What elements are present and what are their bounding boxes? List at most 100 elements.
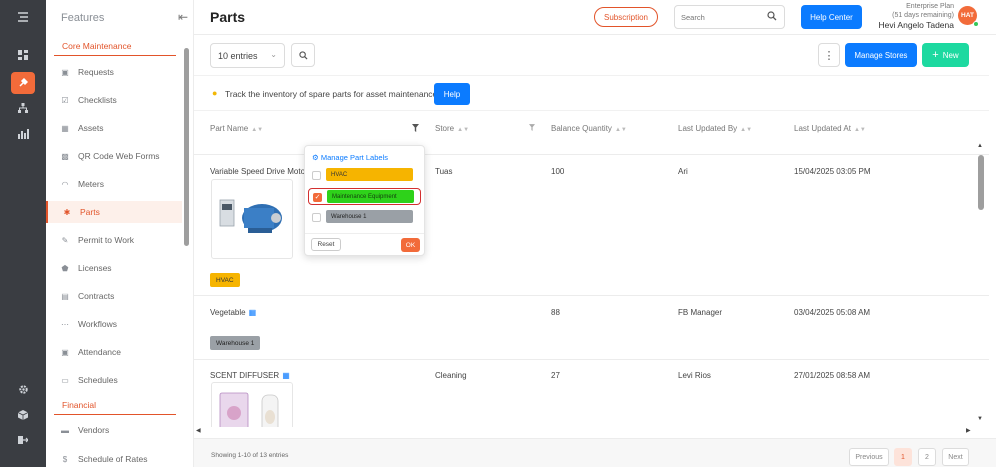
box-icon[interactable] [11, 404, 35, 426]
table-search-button[interactable] [291, 43, 315, 67]
search-icon[interactable] [767, 11, 777, 24]
table-vertical-scrollbar[interactable]: ▲ ▼ [976, 143, 986, 426]
checkbox[interactable] [312, 171, 321, 180]
lightbulb-icon: ● [212, 88, 218, 98]
icon-rail [0, 0, 46, 467]
checkbox[interactable] [312, 213, 321, 222]
scroll-down-icon[interactable]: ▼ [977, 416, 983, 422]
sidebar-item-parts[interactable]: ✱ Parts [46, 201, 182, 223]
sidebar-item-attendance[interactable]: ▣ Attendance [46, 341, 182, 363]
chevron-down-icon: ⌄ [270, 50, 277, 59]
checklist-icon: ☑ [61, 95, 69, 105]
updated-by-cell: Levi Rios [678, 371, 711, 380]
logout-icon[interactable] [11, 429, 35, 451]
part-label-tag: Warehouse 1 [210, 336, 261, 350]
manage-stores-button[interactable]: Manage Stores [845, 43, 917, 67]
page-2-button[interactable]: 2 [918, 448, 936, 466]
sidebar-item-schedules[interactable]: ▭ Schedules [46, 369, 182, 391]
sidebar-item-permit-to-work[interactable]: ✎ Permit to Work [46, 229, 182, 251]
menu-toggle-icon[interactable] [11, 6, 35, 28]
sidebar-item-qr-code-web-forms[interactable]: ▩ QR Code Web Forms [46, 145, 182, 167]
help-center-button[interactable]: Help Center [801, 5, 862, 29]
sidebar-item-schedule-of-rates[interactable]: $ Schedule of Rates [46, 448, 182, 467]
features-sidebar: Features ⇤ Core Maintenance ▣ Requests ☑ C… [46, 0, 194, 467]
filter-icon[interactable] [412, 124, 419, 134]
maintenance-icon[interactable] [11, 72, 35, 94]
row-divider [194, 359, 989, 360]
column-header-last-updated-by[interactable]: Last Updated By ▲▼ [678, 124, 752, 133]
part-name-cell[interactable]: Variable Speed Drive Moto [210, 167, 305, 176]
page-1-button[interactable]: 1 [894, 448, 912, 466]
section-financial: Financial [54, 400, 176, 415]
sidebar-item-vendors[interactable]: ▬ Vendors [46, 419, 182, 441]
user-name[interactable]: Hevi Angelo Tadena [858, 20, 954, 31]
part-name-cell[interactable]: Vegetable ▦ [210, 308, 256, 317]
scroll-right-icon[interactable]: ▶ [966, 427, 971, 434]
sidebar-item-checklists[interactable]: ☑ Checklists [46, 89, 182, 111]
column-header-store[interactable]: Store ▲▼ [435, 124, 469, 133]
asset-icon: ▦ [61, 123, 69, 133]
column-header-last-updated-at[interactable]: Last Updated At ▲▼ [794, 124, 866, 133]
entries-select[interactable]: 10 entries ⌄ [210, 43, 285, 68]
table-horizontal-scrollbar[interactable]: ◀ ▶ [194, 427, 976, 437]
meter-icon: ◠ [61, 179, 69, 189]
section-core-maintenance: Core Maintenance [54, 41, 176, 56]
schedule-icon: ▭ [61, 375, 69, 385]
scroll-thumb[interactable] [978, 155, 984, 210]
sidebar-item-contracts[interactable]: ▤ Contracts [46, 285, 182, 307]
collapse-sidebar-icon[interactable]: ⇤ [178, 10, 188, 24]
attendance-icon: ▣ [61, 347, 69, 357]
part-name-cell[interactable]: SCENT DIFFUSER ▦ [210, 371, 290, 380]
scroll-left-icon[interactable]: ◀ [196, 427, 201, 434]
sidebar-item-requests[interactable]: ▣ Requests [46, 61, 182, 83]
analytics-icon[interactable] [11, 123, 35, 145]
column-header-balance-quantity[interactable]: Balance Quantity ▲▼ [551, 124, 627, 133]
sidebar-item-workflows[interactable]: ⋯ Workflows [46, 313, 182, 335]
banner-text: Track the inventory of spare parts for a… [225, 89, 438, 99]
plan-name: Enterprise Plan [906, 3, 954, 10]
updated-by-cell: Ari [678, 167, 688, 176]
quantity-cell: 88 [551, 308, 560, 317]
banner-help-button[interactable]: Help [434, 83, 470, 105]
license-icon: ⬟ [61, 263, 69, 273]
new-part-button[interactable]: + New [922, 43, 969, 67]
label-option-hvac[interactable]: HVAC [308, 167, 421, 184]
more-options-icon[interactable]: ⋮ [818, 43, 840, 67]
qr-code-icon: ▦ [248, 308, 257, 317]
sidebar-item-licenses[interactable]: ⬟ Licenses [46, 257, 182, 279]
search-icon [298, 50, 308, 60]
table-footer: Showing 1-10 of 13 entries Previous 1 2 … [194, 438, 996, 467]
updated-at-cell: 03/04/2025 05:08 AM [794, 308, 871, 317]
sidebar-item-meters[interactable]: ◠ Meters [46, 173, 182, 195]
quantity-cell: 100 [551, 167, 565, 176]
column-header-part-name[interactable]: Part Name ▲▼ [210, 124, 263, 133]
store-filter-icon[interactable] [529, 124, 535, 133]
checkbox-checked[interactable]: ✓ [313, 193, 322, 202]
reset-button[interactable]: Reset [311, 238, 341, 251]
subscription-button[interactable]: Subscription [594, 7, 658, 27]
label-option-maintenance-equipment[interactable]: ✓ Maintenance Equipment [308, 188, 421, 205]
label-option-warehouse-1[interactable]: Warehouse 1 [308, 209, 421, 226]
store-cell: Cleaning [435, 371, 467, 380]
quantity-cell: 27 [551, 371, 560, 380]
sort-icon: ▲▼ [740, 127, 753, 133]
sort-icon: ▲▼ [853, 127, 866, 133]
sidebar-scrollbar[interactable] [184, 48, 189, 246]
dashboard-icon[interactable] [11, 44, 35, 66]
sort-icon: ▲▼ [614, 127, 627, 133]
scroll-up-icon[interactable]: ▲ [977, 143, 983, 149]
permit-icon: ✎ [61, 235, 69, 245]
dropdown-divider [305, 233, 424, 234]
ok-button[interactable]: OK [401, 238, 420, 252]
sort-icon: ▲▼ [251, 127, 264, 133]
top-header: Parts Subscription Help Center Enterpris… [194, 0, 996, 35]
sidebar-item-assets[interactable]: ▦ Assets [46, 117, 182, 139]
settings-gear-icon[interactable] [11, 378, 35, 400]
qr-code-icon: ▦ [282, 371, 290, 380]
previous-page-button[interactable]: Previous [849, 448, 889, 466]
search-input[interactable] [681, 10, 761, 25]
updated-by-cell: FB Manager [678, 308, 723, 317]
org-chart-icon[interactable] [11, 97, 35, 119]
manage-part-labels-link[interactable]: ⚙ Manage Part Labels [312, 153, 388, 162]
next-page-button[interactable]: Next [942, 448, 969, 466]
